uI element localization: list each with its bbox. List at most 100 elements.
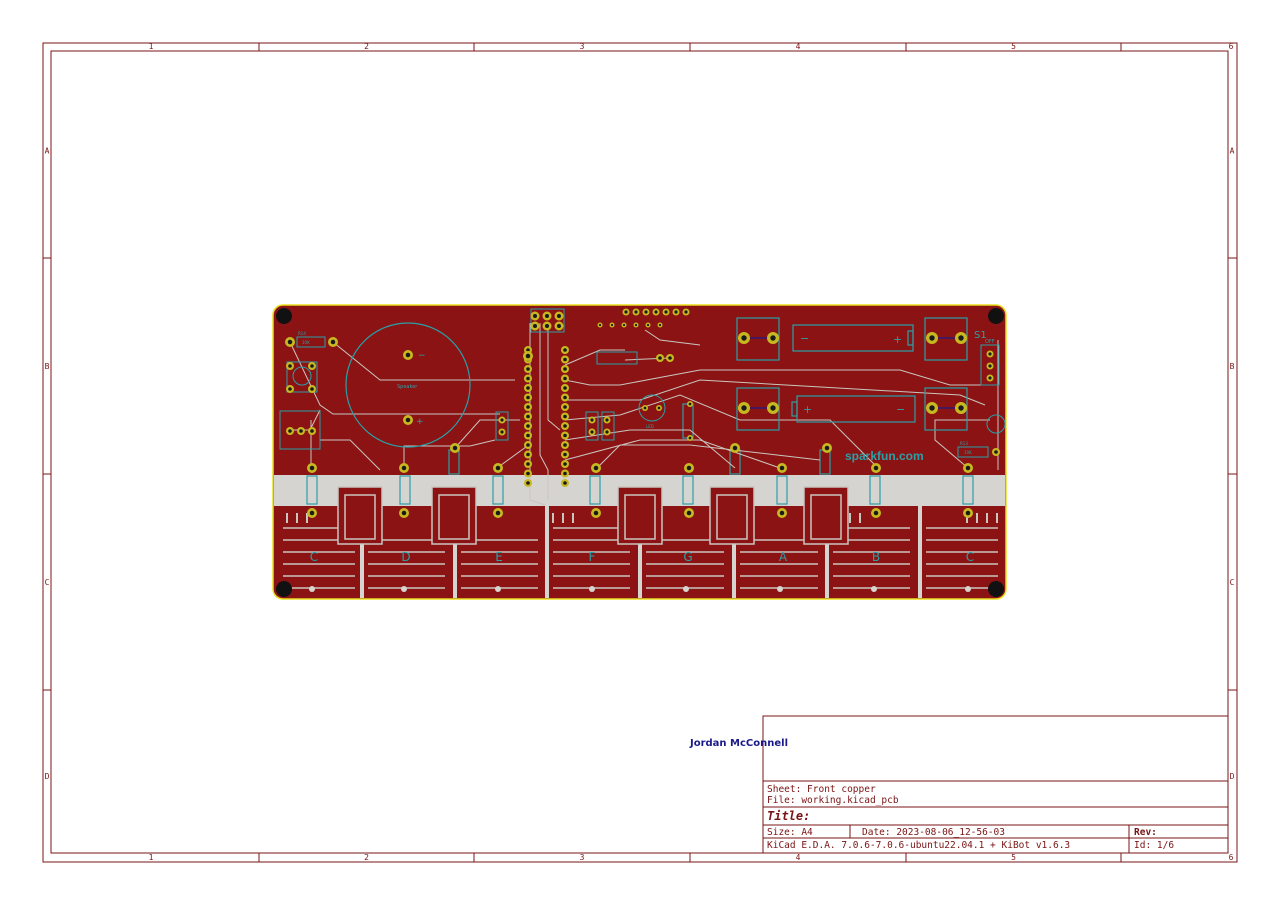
column-label: 5 xyxy=(1011,42,1016,51)
pad xyxy=(642,308,650,316)
column-label: 2 xyxy=(364,42,369,51)
pad xyxy=(561,365,569,373)
pad xyxy=(524,422,532,430)
pad xyxy=(645,322,651,328)
pad xyxy=(666,354,674,362)
pad xyxy=(926,402,938,414)
r14-label: R14 xyxy=(298,331,306,336)
pad xyxy=(498,428,506,436)
pad xyxy=(656,405,662,411)
pad xyxy=(603,416,611,424)
pad xyxy=(986,350,994,358)
drawing-sheet: 112233445566 A AB BC CD D C D E F G A B … xyxy=(42,42,1238,863)
sheet-name: Sheet: Front copper xyxy=(767,784,876,795)
pad xyxy=(561,431,569,440)
battery2-plus: + xyxy=(803,403,812,416)
battery1-plus: + xyxy=(893,333,902,346)
note-label: F xyxy=(589,550,596,564)
row-label: C xyxy=(1230,578,1235,587)
pad xyxy=(524,384,532,392)
column-label: 3 xyxy=(580,42,585,51)
row-label: B xyxy=(1230,362,1235,371)
pad xyxy=(684,508,694,518)
pad xyxy=(963,463,973,473)
pad xyxy=(672,308,680,316)
speaker-label: Speaker xyxy=(397,384,418,390)
pad xyxy=(328,337,338,347)
pad xyxy=(561,384,569,392)
note-label: E xyxy=(495,550,503,564)
row-label: D xyxy=(45,772,50,781)
note-label: C xyxy=(310,550,318,564)
pad xyxy=(561,393,569,402)
pad xyxy=(622,308,630,316)
column-label: 1 xyxy=(149,42,154,51)
pad xyxy=(285,337,295,347)
pad xyxy=(822,443,832,453)
pad xyxy=(286,427,294,435)
column-label: 5 xyxy=(1011,853,1016,862)
battery2-minus: − xyxy=(896,403,905,416)
pad xyxy=(632,308,640,316)
pad xyxy=(597,322,603,328)
pad xyxy=(871,463,881,473)
pad xyxy=(561,346,569,354)
size-field: Size: A4 xyxy=(767,827,813,838)
pad xyxy=(588,416,596,424)
column-label: 4 xyxy=(796,42,801,51)
r14-value: 10K xyxy=(302,340,310,345)
pad xyxy=(524,393,532,402)
pad xyxy=(297,427,305,435)
note-label: D xyxy=(401,550,410,564)
pad xyxy=(307,463,317,473)
pad xyxy=(662,308,670,316)
pad xyxy=(603,428,611,436)
led-label: LED xyxy=(646,424,654,429)
pad xyxy=(642,405,648,411)
pad xyxy=(561,412,569,421)
pad xyxy=(777,508,787,518)
pad xyxy=(523,351,533,361)
pad xyxy=(687,435,693,441)
pad xyxy=(561,469,569,478)
speaker-minus: − xyxy=(418,351,426,361)
title-label: Title: xyxy=(767,809,810,823)
pad xyxy=(399,508,409,518)
pad xyxy=(561,422,569,430)
pad xyxy=(498,416,506,424)
pad xyxy=(561,441,569,449)
pad xyxy=(542,311,552,321)
column-label: 3 xyxy=(580,853,585,862)
pad xyxy=(561,355,569,364)
switch-off-label: OFF xyxy=(985,339,995,345)
pad xyxy=(308,427,316,435)
pad xyxy=(524,441,532,449)
pad xyxy=(963,508,973,518)
pad xyxy=(403,350,413,360)
tool-field: KiCad E.D.A. 7.0.6-7.0.6-ubuntu22.04.1 +… xyxy=(767,840,1070,851)
pad xyxy=(955,402,967,414)
battery1-minus: − xyxy=(800,332,809,345)
r13-label: R13 xyxy=(960,441,968,446)
pad xyxy=(621,322,627,328)
pad xyxy=(561,460,569,468)
row-label: C xyxy=(45,578,50,587)
column-label: 6 xyxy=(1229,853,1234,862)
note-label: A xyxy=(779,550,788,564)
pad xyxy=(307,508,317,518)
pad xyxy=(524,460,532,468)
date-field: Date: 2023-08-06_12-56-03 xyxy=(862,827,1005,838)
pad xyxy=(561,374,569,383)
pad xyxy=(986,374,994,382)
pad xyxy=(730,443,740,453)
pad xyxy=(450,443,460,453)
pad xyxy=(399,463,409,473)
note-label: G xyxy=(683,550,692,564)
pad xyxy=(738,332,750,344)
pad xyxy=(926,332,938,344)
pcb-board: CDEFGABC sparkfun.com Speaker S1 OFF − +… xyxy=(272,304,1007,600)
pad xyxy=(777,463,787,473)
id-field: Id: 1/6 xyxy=(1134,840,1174,851)
rev-label: Rev: xyxy=(1134,827,1157,838)
pad xyxy=(286,385,294,393)
